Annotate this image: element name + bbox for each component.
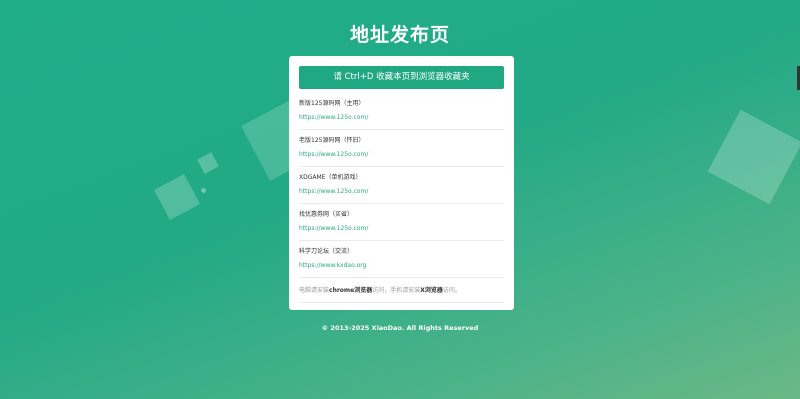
decorative-dot [201, 188, 206, 193]
bookmark-button[interactable]: 请 Ctrl+D 收藏本页到浏览器收藏夹 [299, 66, 504, 89]
site-name: 科学刀论坛（交流） [299, 248, 354, 255]
decorative-square [707, 109, 800, 205]
decorative-square [154, 174, 200, 220]
site-link[interactable]: https://www.kxdao.org [299, 261, 504, 270]
site-name: 老版125源码网（怀旧） [299, 137, 365, 144]
site-link[interactable]: https://www.125o.com/ [299, 113, 504, 122]
list-item: 新版125源码网（主用） https://www.125o.com/ [299, 93, 504, 130]
chrome-browser-text: chrome浏览器 [329, 287, 373, 294]
site-link[interactable]: https://www.125o.com/ [299, 150, 504, 159]
address-card: 请 Ctrl+D 收藏本页到浏览器收藏夹 新版125源码网（主用） https:… [289, 56, 514, 310]
site-list: 新版125源码网（主用） https://www.125o.com/ 老版125… [299, 93, 504, 303]
site-name: 找优惠券网（买省） [299, 211, 354, 218]
site-name: 新版125源码网（主用） [299, 100, 365, 107]
note-text: 电脑请安装 [299, 287, 330, 294]
list-item: 老版125源码网（怀旧） https://www.125o.com/ [299, 130, 504, 167]
list-item: XDGAME（单机游戏） https://www.125o.com/ [299, 167, 504, 204]
note-text: 访问，手机请安装 [372, 287, 421, 294]
site-name: XDGAME（单机游戏） [299, 174, 362, 181]
browser-note: 电脑请安装chrome浏览器访问，手机请安装X浏览器访问。 [299, 278, 504, 303]
list-item: 科学刀论坛（交流） https://www.kxdao.org [299, 241, 504, 278]
decorative-square [197, 152, 219, 174]
copyright-footer: © 2013-2025 XiaoDao. All Rights Reserved [321, 324, 479, 332]
site-link[interactable]: https://www.125o.com/ [299, 187, 504, 196]
note-text: 访问。 [442, 287, 461, 294]
site-link[interactable]: https://www.125o.com/ [299, 224, 504, 233]
x-browser-text: X浏览器 [420, 287, 443, 294]
list-item: 找优惠券网（买省） https://www.125o.com/ [299, 204, 504, 241]
page-title: 地址发布页 [349, 24, 450, 46]
